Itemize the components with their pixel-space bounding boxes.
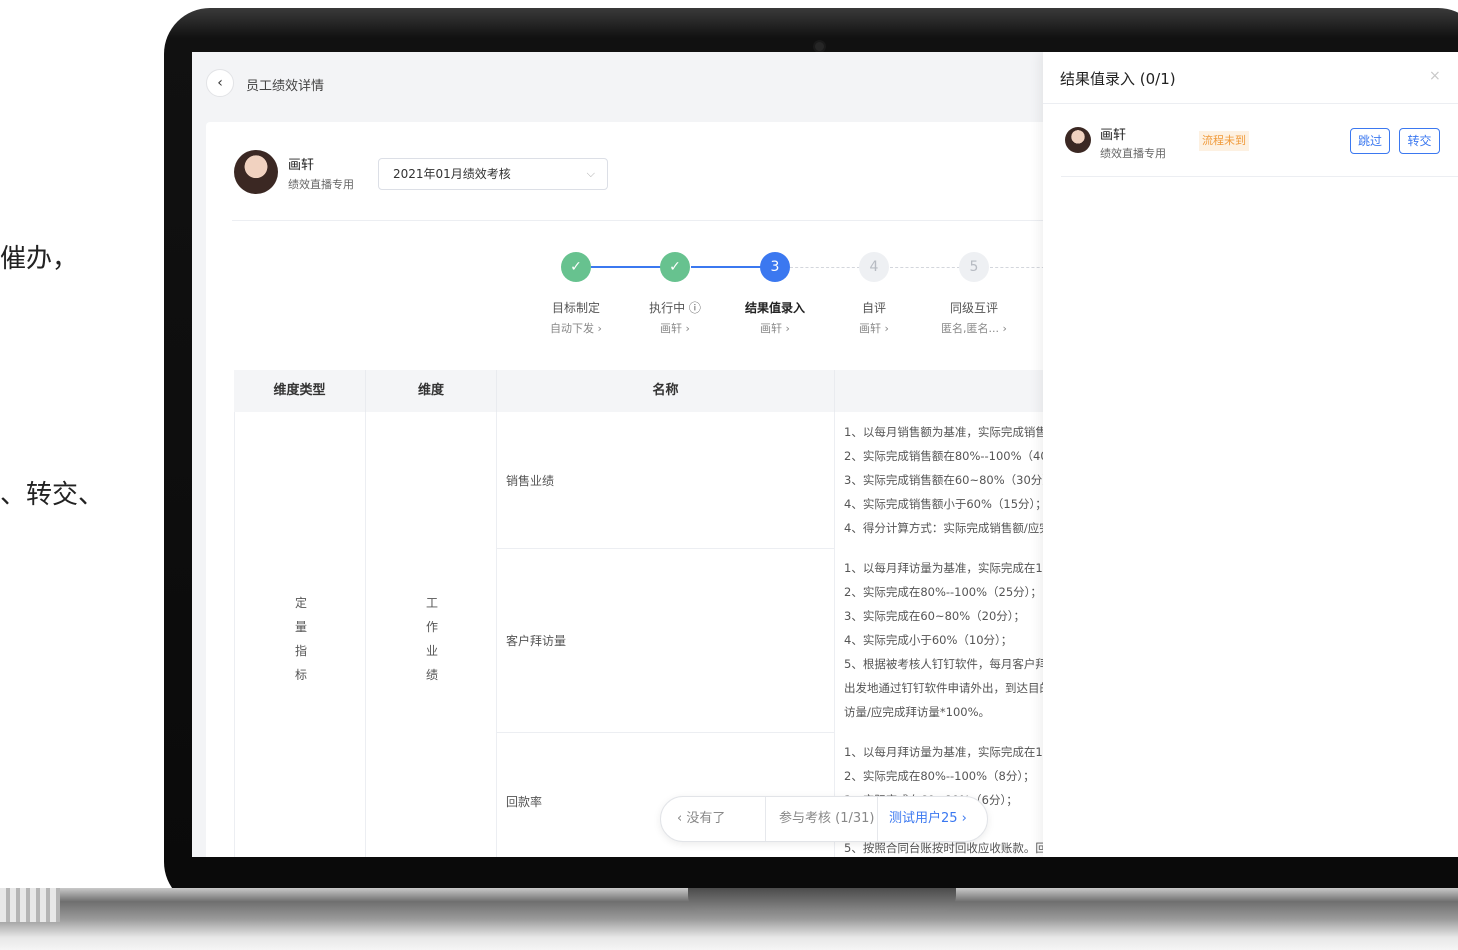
dim-type-text: 定量指标 [294,596,307,682]
col-header-name: 名称 [497,370,835,412]
skip-button[interactable]: 跳过 [1350,128,1390,154]
step-5-number: 5 [959,252,989,282]
step-3-number: 3 [760,252,790,282]
period-select[interactable]: 2021年01月绩效考核 ⌵ [378,158,608,190]
step-4-sub[interactable]: 画轩 › [819,320,929,336]
step-3-label: 结果值录入 [744,301,805,315]
step-connector [890,267,960,268]
pager-prev-button[interactable]: ‹ 没有了 [677,797,725,841]
row-desc-sales: 1、以每月销售额为基准，实际完成销售额 2、实际完成销售额在80%--100%（4… [844,425,1060,535]
camera-icon [815,42,824,51]
step-3-sub[interactable]: 画轩 › [720,320,830,336]
pager-divider [877,797,878,841]
step-1-label: 目标制定 [551,301,600,315]
row-desc-visits: 1、以每月拜访量为基准，实际完成在100 2、实际完成在80%--100%（25分… [844,561,1059,719]
step-5-label: 同级互评 [949,301,998,315]
col-header-dim-type: 维度类型 [234,370,366,412]
external-caption-1: 催办， [0,244,79,274]
panel-divider [1043,103,1458,104]
transfer-button[interactable]: 转交 [1399,128,1440,154]
step-2-sub[interactable]: 画轩 › [620,320,730,336]
employee-pager: ‹ 没有了 参与考核 (1/31) 测试用户25 › [660,796,988,842]
dim-text: 工作业绩 [425,596,438,682]
laptop-base-edge [0,888,60,922]
step-5-sub[interactable]: 匿名,匿名... › [919,320,1029,336]
pager-divider [765,797,766,841]
user-dept: 绩效直播专用 [288,178,354,191]
step-2-label: 执行中 ⓘ [649,301,701,315]
result-entry-panel: 结果值录入 (0/1) × 画轩 绩效直播专用 流程未到 跳过 转交 [1043,52,1458,857]
row-name-collection: 回款率 [506,795,543,809]
row-name-visits: 客户拜访量 [506,634,567,648]
step-1-sub[interactable]: 自动下发 › [521,320,631,336]
page-title: 员工绩效详情 [246,79,325,94]
col-header-dim: 维度 [366,370,497,412]
status-badge: 流程未到 [1199,131,1249,151]
chevron-down-icon: ⌵ [586,167,595,180]
step-4-number: 4 [859,252,889,282]
step-4-label: 自评 [861,301,886,315]
app-screen: ‹ 员工绩效详情 画轩 绩效直播专用 2021年01月绩效考核 ⌵ ✓ ✓ 3 … [192,52,1458,857]
step-2-check-icon: ✓ [660,252,690,282]
step-connector [990,267,1050,268]
panel-row-divider [1061,176,1458,177]
step-connector [691,266,761,268]
step-connector [790,267,860,268]
pager-position: 参与考核 (1/31) [779,811,875,826]
panel-user-avatar [1065,127,1091,153]
panel-title: 结果值录入 (0/1) [1060,70,1176,88]
external-caption-2: 、转交、 [0,480,105,510]
panel-user-dept: 绩效直播专用 [1100,147,1166,160]
step-connector [591,266,661,268]
divider [232,220,1092,221]
close-icon[interactable]: × [1429,68,1441,84]
panel-user-name: 画轩 [1100,128,1127,143]
step-1-check-icon: ✓ [561,252,591,282]
period-select-value: 2021年01月绩效考核 [393,167,511,181]
laptop-hinge-notch [688,888,956,912]
user-name: 画轩 [288,158,315,173]
user-avatar [234,150,278,194]
pager-next-button[interactable]: 测试用户25 › [889,797,967,841]
col-header-desc [835,370,1055,412]
row-name-sales: 销售业绩 [506,474,555,488]
back-button[interactable]: ‹ [206,69,234,97]
